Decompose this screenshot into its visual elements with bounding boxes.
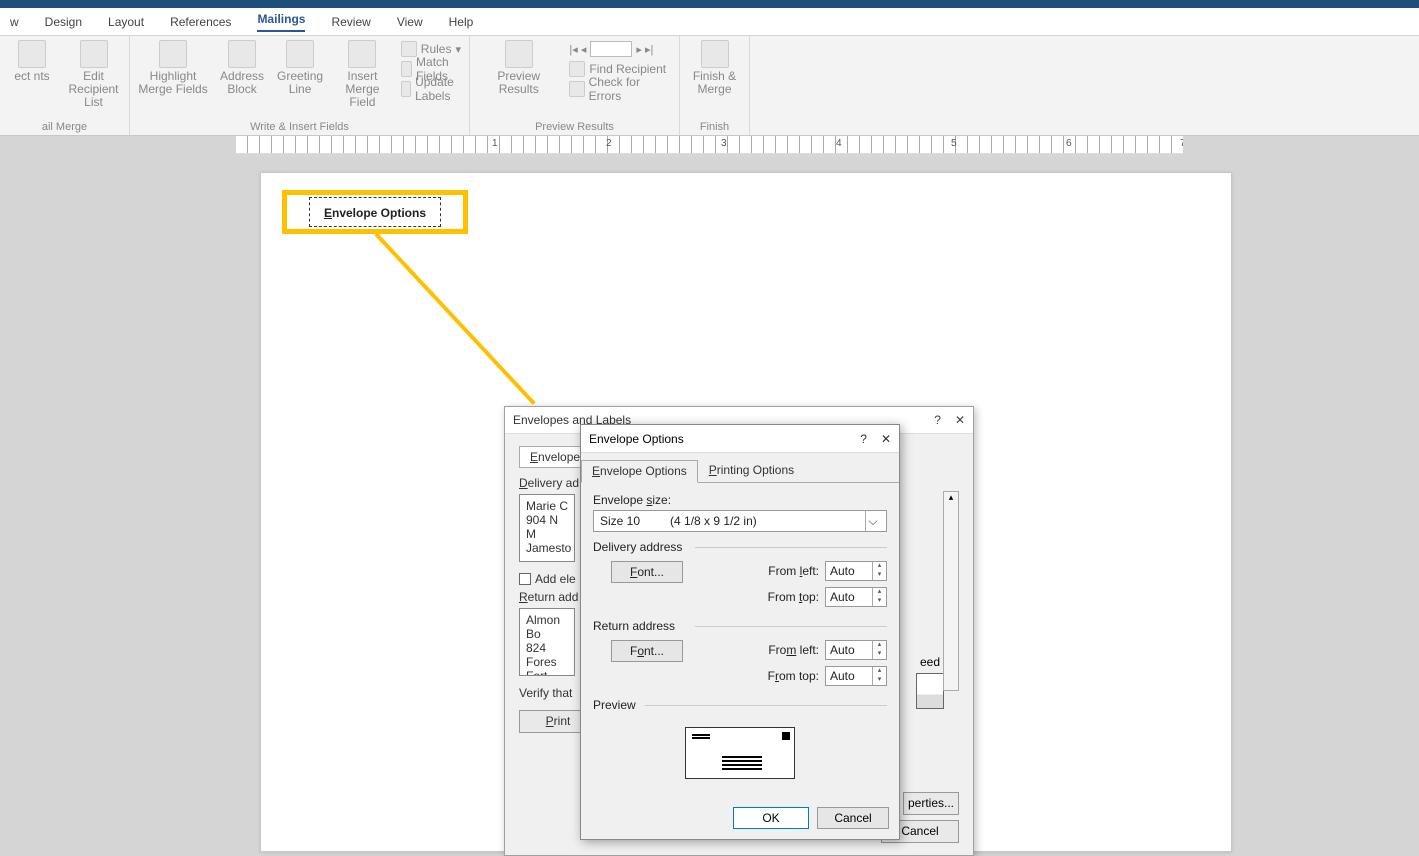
match-icon xyxy=(401,61,412,77)
return-from-top-spinner[interactable]: Auto▴▾ xyxy=(825,666,887,686)
tab-references[interactable]: References xyxy=(170,15,231,29)
ribbon: ect nts Edit Recipient List ail Merge Hi… xyxy=(0,36,1419,136)
title-bar xyxy=(0,0,1419,8)
delivery-from-left-label: From left: xyxy=(768,564,819,578)
check-errors-button[interactable]: Check for Errors xyxy=(569,80,671,98)
return-address-textbox[interactable]: Almon Bo 824 Fores Fort Wort xyxy=(519,608,575,676)
group-label-start-merge: ail Merge xyxy=(42,121,87,133)
group-label-preview: Preview Results xyxy=(535,121,614,133)
scrollbar[interactable]: ▴ xyxy=(943,491,959,691)
return-from-left-spinner[interactable]: Auto▴▾ xyxy=(825,640,887,660)
highlight-merge-fields-button[interactable]: Highlight Merge Fields xyxy=(138,40,208,96)
tab-design[interactable]: Design xyxy=(45,15,82,29)
greeting-line-button[interactable]: Greeting Line xyxy=(276,40,324,96)
tab-help[interactable]: Help xyxy=(449,15,474,29)
merge-field-icon xyxy=(348,40,376,68)
dlg2-title-text: Envelope Options xyxy=(589,432,684,446)
envelope-size-select[interactable]: Size 10(4 1/8 x 9 1/2 in) ⌵ xyxy=(593,510,887,532)
return-lines-icon xyxy=(692,734,710,736)
tab-review[interactable]: Review xyxy=(331,15,370,29)
find-icon xyxy=(569,61,585,77)
callout-highlight: Envelope Options xyxy=(282,190,468,234)
check-icon xyxy=(569,81,584,97)
delivery-lines-icon xyxy=(722,756,762,758)
return-font-button[interactable]: Font... xyxy=(611,640,683,662)
delivery-address-textbox[interactable]: Marie C 904 N M Jamesto xyxy=(519,494,575,562)
feed-icon[interactable] xyxy=(916,673,944,709)
greeting-icon xyxy=(286,40,314,68)
envelope-size-label: Envelope size: xyxy=(593,493,887,507)
preview-results-button[interactable]: Preview Results xyxy=(478,40,559,96)
finish-icon xyxy=(701,40,729,68)
close-icon[interactable]: ✕ xyxy=(955,413,965,427)
envelope-options-dialog: Envelope Options ? ✕ Envelope Options Pr… xyxy=(580,424,900,840)
delivery-font-button[interactable]: Font... xyxy=(611,561,683,583)
list-icon xyxy=(80,40,108,68)
insert-merge-field-button[interactable]: Insert Merge Field xyxy=(334,40,391,110)
return-from-top-label: From top: xyxy=(768,669,819,683)
select-recipients-button[interactable]: ect nts xyxy=(8,40,56,83)
address-icon xyxy=(228,40,256,68)
delivery-from-top-spinner[interactable]: Auto▴▾ xyxy=(825,587,887,607)
document-area: Envelope Options Envelopes and Labels ? … xyxy=(0,154,1419,854)
callout-text: nvelope Options xyxy=(332,206,426,220)
envelope-preview xyxy=(685,727,795,779)
rules-icon xyxy=(401,41,417,57)
preview-icon xyxy=(505,40,533,68)
update-icon xyxy=(401,81,411,97)
dlg2-help-icon[interactable]: ? xyxy=(860,432,867,446)
tab-view[interactable]: View xyxy=(397,15,423,29)
group-label-finish: Finish xyxy=(700,121,729,133)
printing-options-tab[interactable]: Printing Options xyxy=(698,459,805,482)
dlg2-cancel-button[interactable]: Cancel xyxy=(817,807,889,829)
tab-partial[interactable]: w xyxy=(10,15,19,29)
ribbon-tabs: w Design Layout References Mailings Revi… xyxy=(0,8,1419,36)
dlg2-close-icon[interactable]: ✕ xyxy=(881,432,891,446)
update-labels-button[interactable]: Update Labels xyxy=(401,80,461,98)
properties-button[interactable]: perties... xyxy=(903,792,959,815)
ok-button[interactable]: OK xyxy=(733,807,809,829)
help-icon[interactable]: ? xyxy=(934,413,941,427)
address-block-button[interactable]: Address Block xyxy=(218,40,266,96)
envelope-options-tab[interactable]: Envelope Options xyxy=(581,460,698,483)
ruler: 1 2 3 4 5 6 7 xyxy=(236,136,1183,154)
highlight-icon xyxy=(159,40,187,68)
record-nav[interactable]: |◂ ◂ ▸ ▸| xyxy=(569,40,671,58)
tab-layout[interactable]: Layout xyxy=(108,15,144,29)
chevron-down-icon: ⌵ xyxy=(865,511,880,531)
finish-merge-button[interactable]: Finish & Merge xyxy=(688,40,741,96)
delivery-from-top-label: From top: xyxy=(768,590,819,604)
group-label-write-insert: Write & Insert Fields xyxy=(250,121,349,133)
tab-mailings[interactable]: Mailings xyxy=(257,12,305,32)
return-from-left-label: From left: xyxy=(768,643,819,657)
stamp-icon xyxy=(782,732,790,740)
page-icon xyxy=(18,40,46,68)
edit-recipient-list-button[interactable]: Edit Recipient List xyxy=(66,40,121,110)
delivery-from-left-spinner[interactable]: Auto▴▾ xyxy=(825,561,887,581)
